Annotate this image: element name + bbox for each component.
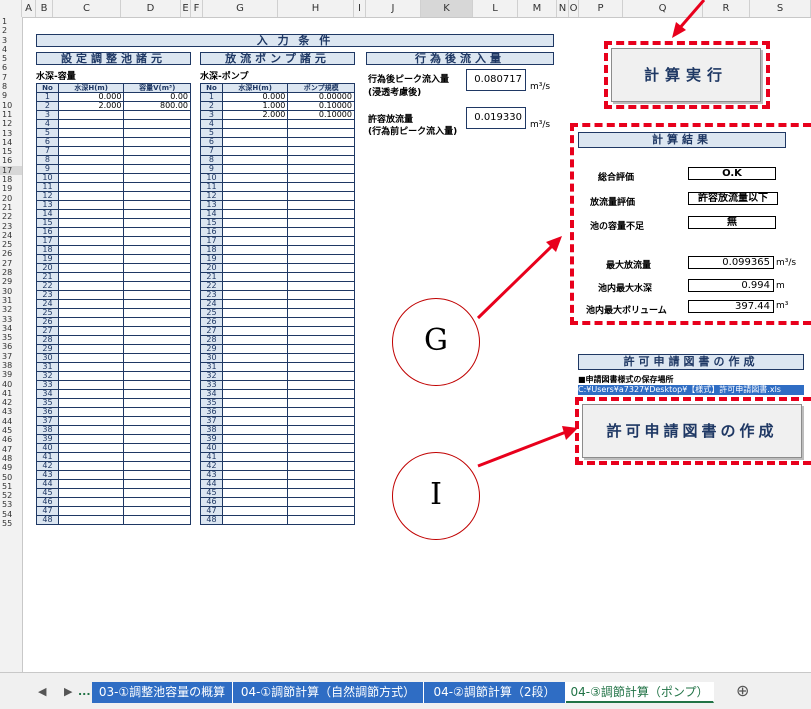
sheet-tab-bar: ◀ ▶ ... 03-①調整池容量の概算 04-①調節計算（自然調節方式） 04… xyxy=(0,672,811,709)
tab-scroll-right-icon[interactable]: ▶ xyxy=(64,685,72,698)
tab-03-1[interactable]: 03-①調整池容量の概算 xyxy=(92,682,233,703)
arrow-i-head xyxy=(562,426,578,440)
tab-04-1[interactable]: 04-①調節計算（自然調節方式） xyxy=(233,682,424,703)
annotation-circle-g: G xyxy=(392,298,480,386)
tab-04-3[interactable]: 04-③調節計算（ポンプ） xyxy=(566,682,714,703)
tab-overflow-button[interactable]: ... xyxy=(78,685,91,698)
tab-scroll-left-icon[interactable]: ◀ xyxy=(38,685,46,698)
arrow-g xyxy=(476,244,554,320)
arrow-i xyxy=(477,430,567,468)
tab-04-2[interactable]: 04-②調節計算（2段） xyxy=(424,682,566,703)
annotation-circle-i: I xyxy=(392,452,480,540)
add-sheet-icon[interactable]: ⊕ xyxy=(736,681,749,700)
